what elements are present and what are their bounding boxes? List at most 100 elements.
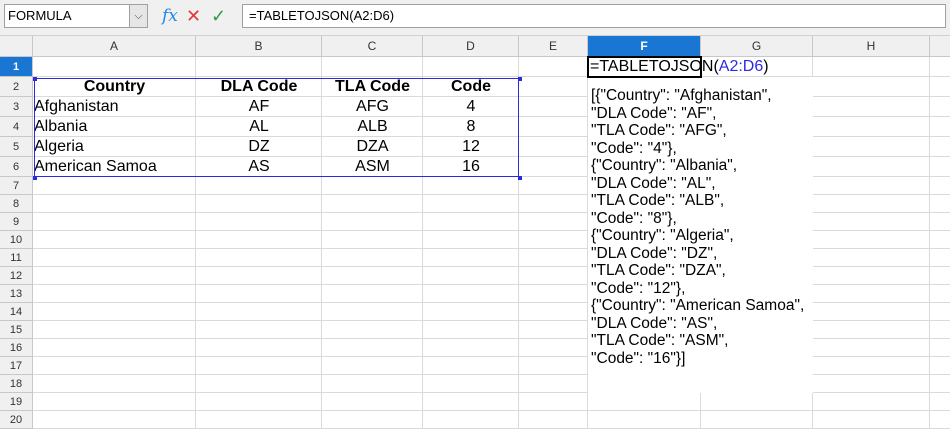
cell[interactable] xyxy=(196,195,322,213)
name-box[interactable]: FORMULA ⌵ xyxy=(4,4,148,28)
cell[interactable] xyxy=(930,117,950,137)
cell[interactable] xyxy=(813,117,930,137)
table-cell[interactable]: 16 xyxy=(423,157,519,177)
cell[interactable] xyxy=(813,213,930,231)
table-cell[interactable]: AF xyxy=(196,97,322,117)
table-header-cell[interactable]: Country xyxy=(33,77,196,97)
column-header-partial[interactable] xyxy=(930,36,950,57)
cell[interactable] xyxy=(33,195,196,213)
row-header-8[interactable]: 8 xyxy=(0,195,33,213)
cell[interactable] xyxy=(423,393,519,411)
cell[interactable] xyxy=(33,57,196,77)
cell[interactable] xyxy=(322,195,423,213)
cell[interactable] xyxy=(423,267,519,285)
row-header-14[interactable]: 14 xyxy=(0,303,33,321)
cell[interactable] xyxy=(701,411,813,429)
cell[interactable] xyxy=(33,231,196,249)
cell[interactable] xyxy=(813,249,930,267)
cell[interactable] xyxy=(930,213,950,231)
table-cell[interactable]: 4 xyxy=(423,97,519,117)
cell[interactable] xyxy=(423,57,519,77)
cell[interactable] xyxy=(322,303,423,321)
cell[interactable] xyxy=(519,321,588,339)
cell[interactable] xyxy=(519,285,588,303)
cell[interactable] xyxy=(33,303,196,321)
cell[interactable] xyxy=(930,393,950,411)
cell[interactable] xyxy=(423,321,519,339)
cell[interactable] xyxy=(813,321,930,339)
cell[interactable] xyxy=(423,357,519,375)
cell[interactable] xyxy=(519,393,588,411)
cancel-icon[interactable]: ✕ xyxy=(186,4,201,28)
cell[interactable] xyxy=(322,411,423,429)
row-header-17[interactable]: 17 xyxy=(0,357,33,375)
column-header-A[interactable]: A xyxy=(33,36,196,57)
cell[interactable] xyxy=(423,285,519,303)
cell[interactable] xyxy=(930,195,950,213)
cell[interactable] xyxy=(196,303,322,321)
cell[interactable] xyxy=(519,77,588,97)
cell[interactable] xyxy=(33,375,196,393)
cell[interactable] xyxy=(519,303,588,321)
cell[interactable] xyxy=(930,137,950,157)
cell[interactable] xyxy=(519,267,588,285)
accept-icon[interactable]: ✓ xyxy=(211,4,226,28)
cell[interactable] xyxy=(196,213,322,231)
cell[interactable] xyxy=(196,339,322,357)
cell[interactable] xyxy=(930,77,950,97)
cell[interactable] xyxy=(588,411,701,429)
row-header-9[interactable]: 9 xyxy=(0,213,33,231)
cell[interactable] xyxy=(196,177,322,195)
cell[interactable] xyxy=(423,411,519,429)
cell[interactable] xyxy=(519,375,588,393)
row-header-3[interactable]: 3 xyxy=(0,97,33,117)
column-header-E[interactable]: E xyxy=(519,36,588,57)
cell[interactable] xyxy=(519,157,588,177)
table-header-cell[interactable]: TLA Code xyxy=(322,77,423,97)
cell[interactable] xyxy=(930,375,950,393)
row-header-10[interactable]: 10 xyxy=(0,231,33,249)
row-header-19[interactable]: 19 xyxy=(0,393,33,411)
cell[interactable] xyxy=(930,177,950,195)
table-cell[interactable]: DZ xyxy=(196,137,322,157)
table-cell[interactable]: ALB xyxy=(322,117,423,137)
cell[interactable] xyxy=(423,303,519,321)
cell[interactable] xyxy=(930,285,950,303)
cell[interactable] xyxy=(322,57,423,77)
cell[interactable] xyxy=(813,177,930,195)
table-cell[interactable]: Afghanistan xyxy=(33,97,196,117)
cell[interactable] xyxy=(33,411,196,429)
cell[interactable] xyxy=(33,249,196,267)
table-cell[interactable]: AFG xyxy=(322,97,423,117)
table-cell[interactable]: ASM xyxy=(322,157,423,177)
row-header-11[interactable]: 11 xyxy=(0,249,33,267)
cell[interactable] xyxy=(196,231,322,249)
cell[interactable] xyxy=(930,267,950,285)
cell[interactable] xyxy=(930,157,950,177)
cell[interactable] xyxy=(813,375,930,393)
cell[interactable] xyxy=(813,57,930,77)
cell[interactable] xyxy=(423,195,519,213)
column-header-B[interactable]: B xyxy=(196,36,322,57)
cell[interactable] xyxy=(322,177,423,195)
cell[interactable] xyxy=(33,267,196,285)
chevron-down-icon[interactable]: ⌵ xyxy=(129,5,147,27)
row-header-16[interactable]: 16 xyxy=(0,339,33,357)
row-header-1[interactable]: 1 xyxy=(0,57,33,77)
cell[interactable] xyxy=(196,357,322,375)
cell[interactable] xyxy=(930,231,950,249)
json-output-cell[interactable]: [{"Country": "Afghanistan", "DLA Code": … xyxy=(588,77,813,393)
column-header-C[interactable]: C xyxy=(322,36,423,57)
cell[interactable] xyxy=(196,321,322,339)
cell[interactable] xyxy=(930,339,950,357)
cell[interactable] xyxy=(813,157,930,177)
cell[interactable] xyxy=(322,357,423,375)
cell[interactable] xyxy=(519,411,588,429)
cell[interactable] xyxy=(930,411,950,429)
row-header-20[interactable]: 20 xyxy=(0,411,33,429)
cell[interactable] xyxy=(930,57,950,77)
column-header-G[interactable]: G xyxy=(701,36,813,57)
cell[interactable] xyxy=(33,321,196,339)
cell[interactable] xyxy=(519,357,588,375)
cell[interactable] xyxy=(519,213,588,231)
